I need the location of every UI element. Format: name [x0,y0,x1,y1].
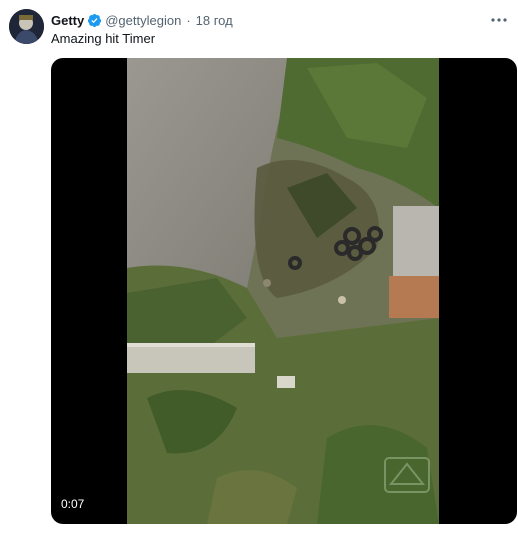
separator-dot: · [186,12,191,28]
tweet-header: Getty @gettylegion · 18 год [51,11,233,29]
video-frame[interactable] [127,58,439,524]
verified-badge-icon [88,13,102,27]
video-player[interactable]: 0:07 [51,58,517,524]
author-name[interactable]: Getty [51,13,84,28]
timestamp[interactable]: 18 год [196,13,233,28]
tweet-text: Amazing hit Timer [51,31,156,46]
tweet[interactable]: Getty @gettylegion · 18 год Amazing hit … [0,0,518,533]
more-options-icon[interactable] [490,12,508,28]
author-handle[interactable]: @gettylegion [105,13,181,28]
avatar-image [9,9,44,44]
video-duration: 0:07 [61,497,85,511]
avatar[interactable] [9,9,44,44]
